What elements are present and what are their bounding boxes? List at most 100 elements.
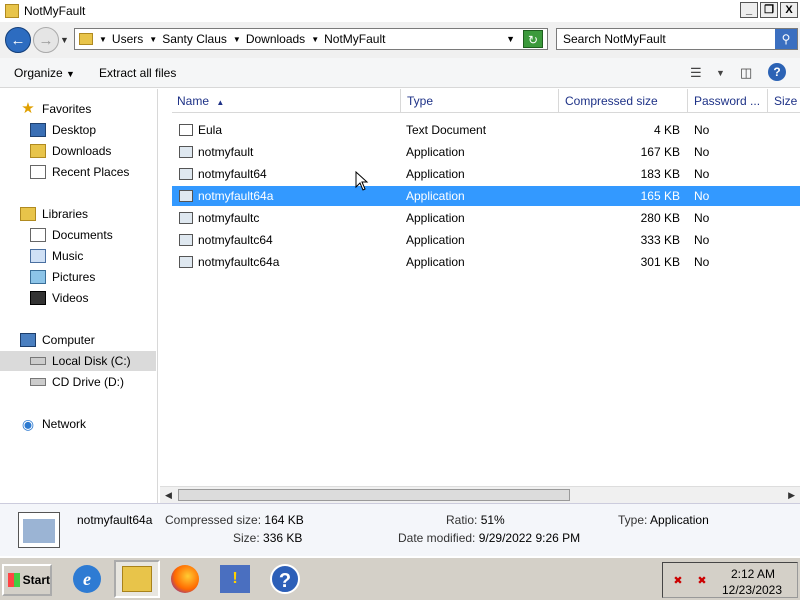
breadcrumb-users[interactable]: Users — [112, 32, 143, 46]
breadcrumb-separator-icon[interactable]: ▼ — [311, 35, 319, 44]
organize-menu[interactable]: Organize ▼ — [14, 66, 75, 80]
close-button[interactable]: X — [780, 2, 798, 18]
music-icon — [30, 249, 46, 263]
column-header-compressed-size[interactable]: Compressed size — [559, 89, 688, 113]
scroll-left-icon[interactable]: ◀ — [165, 490, 172, 501]
documents-icon — [30, 228, 46, 242]
search-button[interactable]: ⚲ — [775, 29, 797, 49]
column-header-type[interactable]: Type — [401, 89, 559, 113]
nav-videos[interactable]: Videos — [0, 288, 156, 308]
volume-muted-icon[interactable]: ✖ — [695, 575, 709, 587]
mouse-cursor-icon — [355, 171, 369, 191]
command-bar: Organize ▼ Extract all files ☰ ▼ ◫ ? — [0, 58, 800, 88]
file-password: No — [694, 189, 710, 203]
file-compressed-size: 183 KB — [640, 167, 680, 181]
nav-network[interactable]: ◉ Network — [0, 414, 156, 434]
back-arrow-icon: ← — [10, 31, 26, 49]
breadcrumb-separator-icon[interactable]: ▼ — [233, 35, 241, 44]
navigation-pane: ★ Favorites Desktop Downloads Recent Pla… — [0, 89, 158, 503]
search-input[interactable] — [557, 29, 767, 49]
nav-label: Recent Places — [52, 165, 130, 179]
file-row[interactable]: notmyfaultc64a Application 301 KB No — [172, 252, 800, 272]
column-header-size[interactable]: Size — [768, 89, 800, 113]
windows-logo-icon — [8, 573, 20, 587]
file-type: Text Document — [406, 123, 487, 137]
scrollbar-thumb[interactable] — [178, 489, 570, 501]
file-type: Application — [406, 145, 465, 159]
taskbar-firefox[interactable] — [162, 560, 208, 598]
cd-drive-icon — [30, 378, 46, 386]
recent-pages-dropdown-icon[interactable]: ▼ — [60, 35, 69, 45]
horizontal-scrollbar[interactable]: ◀ ▶ — [160, 486, 800, 503]
breadcrumb-santy-claus[interactable]: Santy Claus — [162, 32, 227, 46]
details-type: Type: Application — [618, 513, 709, 527]
taskbar-file-explorer[interactable] — [114, 560, 160, 598]
breadcrumb-downloads[interactable]: Downloads — [246, 32, 305, 46]
file-row-selected[interactable]: notmyfault64a Application 165 KB No — [172, 186, 800, 206]
maximize-button[interactable]: ❐ — [760, 2, 778, 18]
application-icon — [179, 168, 193, 180]
file-explorer-icon — [122, 566, 152, 592]
file-password: No — [694, 233, 710, 247]
breadcrumb-separator-icon[interactable]: ▼ — [99, 35, 107, 44]
downloads-folder-icon — [30, 144, 46, 158]
breadcrumb-separator-icon[interactable]: ▼ — [149, 35, 157, 44]
refresh-icon: ↻ — [527, 33, 539, 47]
column-header-password[interactable]: Password ... — [688, 89, 768, 113]
file-row[interactable]: notmyfaultc64 Application 333 KB No — [172, 230, 800, 250]
start-button[interactable]: Start — [2, 564, 52, 596]
file-row[interactable]: notmyfaultc Application 280 KB No — [172, 208, 800, 228]
view-options-dropdown-icon[interactable]: ▼ — [716, 68, 725, 78]
breadcrumb-notmyfault[interactable]: NotMyFault — [324, 32, 385, 46]
taskbar-internet-explorer[interactable]: e — [64, 560, 110, 598]
application-thumbnail-icon — [18, 512, 60, 548]
forward-button[interactable]: → — [33, 27, 59, 53]
nav-libraries[interactable]: Libraries — [0, 204, 156, 224]
nav-label: CD Drive (D:) — [52, 375, 124, 389]
nav-documents[interactable]: Documents — [0, 225, 156, 245]
nav-recent-places[interactable]: Recent Places — [0, 162, 156, 182]
address-row: ← → ▼ ▼ Users ▼ Santy Claus ▼ Downloads … — [0, 22, 800, 58]
nav-label: Documents — [52, 228, 113, 242]
application-icon — [179, 146, 193, 158]
nav-pictures[interactable]: Pictures — [0, 267, 156, 287]
clock-time[interactable]: 2:12 AM — [723, 567, 783, 581]
file-row[interactable]: Eula Text Document 4 KB No — [172, 120, 800, 140]
nav-label: Downloads — [52, 144, 112, 158]
column-header-name[interactable]: Name ▲ — [172, 89, 401, 113]
nav-local-disk[interactable]: Local Disk (C:) — [0, 351, 156, 371]
minimize-button[interactable]: _ — [740, 2, 758, 18]
address-history-dropdown-icon[interactable]: ▼ — [506, 34, 515, 44]
change-view-icon[interactable]: ☰ — [690, 65, 702, 81]
application-icon — [179, 256, 193, 268]
nav-cd-drive[interactable]: CD Drive (D:) — [0, 372, 156, 392]
details-value: 164 KB — [264, 513, 304, 527]
file-row[interactable]: notmyfault64 Application 183 KB No — [172, 164, 800, 184]
chevron-down-icon: ▼ — [66, 69, 75, 79]
nav-label: Local Disk (C:) — [52, 354, 131, 368]
file-password: No — [694, 123, 710, 137]
file-name: notmyfaultc64 — [198, 233, 273, 247]
address-bar[interactable]: ▼ Users ▼ Santy Claus ▼ Downloads ▼ NotM… — [74, 28, 548, 50]
nav-computer[interactable]: Computer — [0, 330, 156, 350]
back-button[interactable]: ← — [5, 27, 31, 53]
scroll-right-icon[interactable]: ▶ — [788, 490, 795, 501]
extract-all-button[interactable]: Extract all files — [99, 66, 176, 80]
network-disconnected-icon[interactable]: ✖ — [671, 575, 685, 587]
nav-favorites[interactable]: ★ Favorites — [0, 99, 156, 119]
file-type: Application — [406, 233, 465, 247]
help-icon[interactable]: ? — [768, 63, 786, 81]
clock-date[interactable]: 12/23/2023 — [719, 583, 785, 597]
refresh-button[interactable]: ↻ — [523, 30, 543, 48]
file-name: notmyfault64 — [198, 167, 267, 181]
preview-pane-icon[interactable]: ◫ — [740, 65, 752, 81]
details-ratio: Ratio: 51% — [446, 513, 505, 527]
taskbar-help[interactable]: ? — [262, 560, 308, 598]
window-controls: _ ❐ X — [740, 2, 798, 18]
file-compressed-size: 280 KB — [640, 211, 680, 225]
nav-music[interactable]: Music — [0, 246, 156, 266]
nav-downloads[interactable]: Downloads — [0, 141, 156, 161]
taskbar-security-warning[interactable]: ! — [212, 560, 258, 598]
nav-desktop[interactable]: Desktop — [0, 120, 156, 140]
file-row[interactable]: notmyfault Application 167 KB No — [172, 142, 800, 162]
